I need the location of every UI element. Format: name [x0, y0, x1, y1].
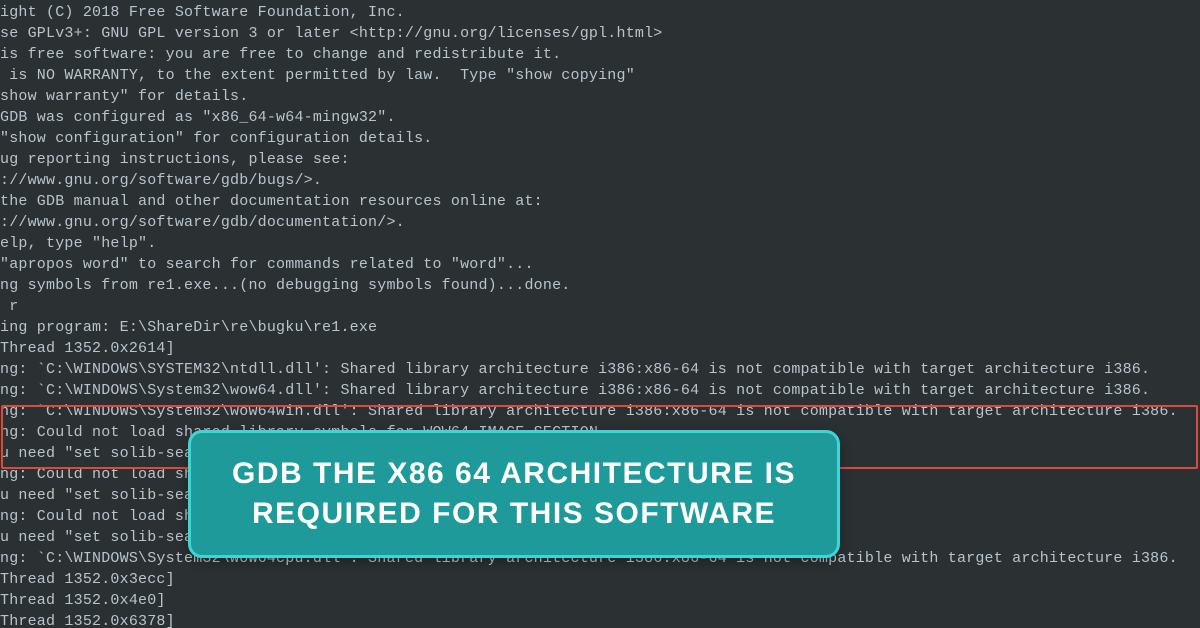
- terminal-line: ng symbols from re1.exe...(no debugging …: [0, 275, 1200, 296]
- terminal-line: ight (C) 2018 Free Software Foundation, …: [0, 2, 1200, 23]
- terminal-line: show warranty" for details.: [0, 86, 1200, 107]
- terminal-line: "show configuration" for configuration d…: [0, 128, 1200, 149]
- terminal-line: ug reporting instructions, please see:: [0, 149, 1200, 170]
- terminal-line: se GPLv3+: GNU GPL version 3 or later <h…: [0, 23, 1200, 44]
- terminal-line: ng: `C:\WINDOWS\System32\wow64.dll': Sha…: [0, 380, 1200, 401]
- terminal-line: the GDB manual and other documentation r…: [0, 191, 1200, 212]
- terminal-line: r: [0, 296, 1200, 317]
- title-overlay-text: GDB THE X86 64 ARCHITECTURE IS REQUIRED …: [211, 454, 817, 535]
- terminal-line: GDB was configured as "x86_64-w64-mingw3…: [0, 107, 1200, 128]
- terminal-line: ing program: E:\ShareDir\re\bugku\re1.ex…: [0, 317, 1200, 338]
- terminal-line: Thread 1352.0x6378]: [0, 611, 1200, 628]
- terminal-line: is NO WARRANTY, to the extent permitted …: [0, 65, 1200, 86]
- terminal-line: elp, type "help".: [0, 233, 1200, 254]
- terminal-line: is free software: you are free to change…: [0, 44, 1200, 65]
- terminal-line: ://www.gnu.org/software/gdb/bugs/>.: [0, 170, 1200, 191]
- terminal-line: ng: `C:\WINDOWS\System32\wow64win.dll': …: [0, 401, 1200, 422]
- terminal-line: Thread 1352.0x4e0]: [0, 590, 1200, 611]
- terminal-line: Thread 1352.0x3ecc]: [0, 569, 1200, 590]
- terminal-line: ng: `C:\WINDOWS\SYSTEM32\ntdll.dll': Sha…: [0, 359, 1200, 380]
- title-overlay-badge: GDB THE X86 64 ARCHITECTURE IS REQUIRED …: [188, 430, 840, 558]
- terminal-line: Thread 1352.0x2614]: [0, 338, 1200, 359]
- terminal-line: "apropos word" to search for commands re…: [0, 254, 1200, 275]
- terminal-line: ://www.gnu.org/software/gdb/documentatio…: [0, 212, 1200, 233]
